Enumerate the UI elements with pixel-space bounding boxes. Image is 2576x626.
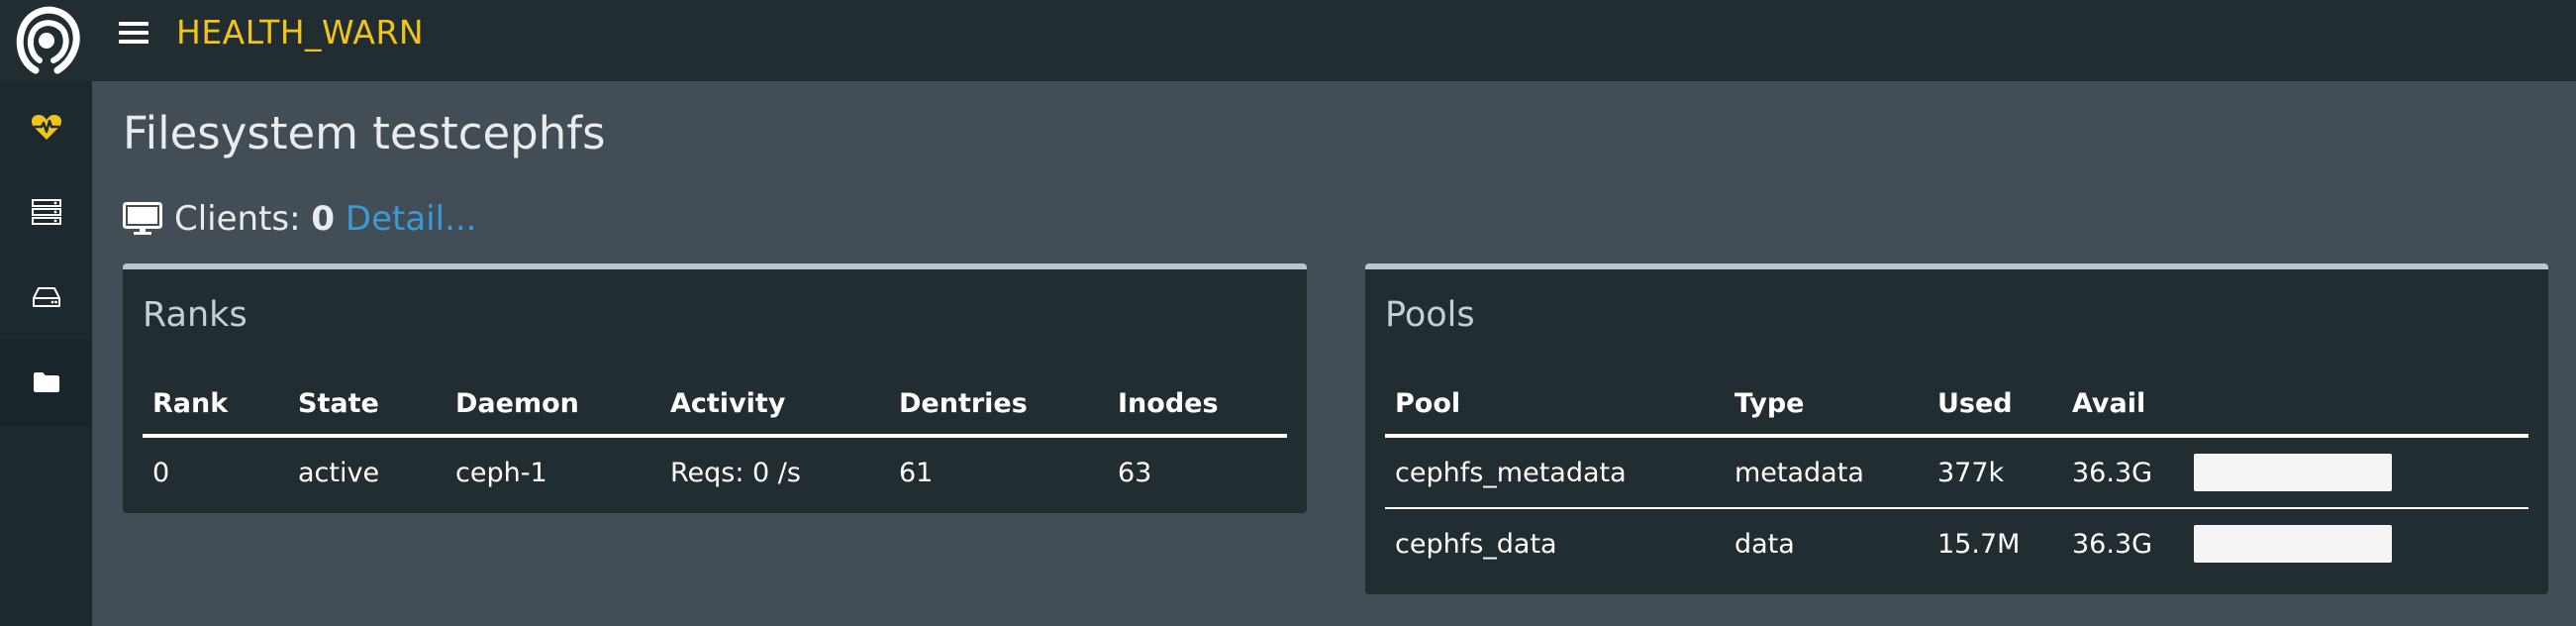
hard-drive-icon <box>32 287 60 307</box>
top-navbar: HEALTH_WARN <box>0 0 2576 81</box>
servers-icon <box>31 199 61 225</box>
sidebar-item-osds[interactable] <box>0 255 92 340</box>
activity-cell: Reqs: 0 /s <box>670 457 801 488</box>
detail-link[interactable]: Detail... <box>346 199 477 239</box>
pool-usage-cell <box>2174 508 2528 578</box>
ranks-panel-title: Ranks <box>143 295 248 335</box>
page-title: Filesystem testcephfs <box>123 107 606 159</box>
pools-panel: Pools Pool Type Used Avail cephfs_metada… <box>1365 263 2548 594</box>
sidebar-item-filesystems[interactable] <box>0 340 92 425</box>
pool-type-cell: data <box>1734 528 1795 560</box>
pool-avail-cell: 36.3G <box>2072 528 2153 560</box>
desktop-monitor-icon <box>123 202 162 235</box>
pools-header-row: Pool Type Used Avail <box>1385 372 2528 438</box>
col-rank[interactable]: Rank <box>143 372 288 438</box>
health-status[interactable]: HEALTH_WARN <box>176 8 424 57</box>
clients-label: Clients: <box>174 199 301 239</box>
rank-cell: 0 <box>152 457 170 488</box>
usage-bar <box>2194 454 2392 491</box>
pools-panel-title: Pools <box>1385 295 1475 335</box>
col-activity[interactable]: Activity <box>660 372 889 438</box>
heartbeat-icon <box>31 115 61 140</box>
pool-used-cell: 15.7M <box>1937 528 2021 560</box>
clients-count: 0 <box>311 199 336 239</box>
table-row: cephfs_data data 15.7M 36.3G <box>1385 508 2528 578</box>
ceph-logo[interactable] <box>0 0 92 81</box>
col-dentries[interactable]: Dentries <box>889 372 1108 438</box>
pool-usage-cell <box>2174 436 2528 509</box>
col-inodes[interactable]: Inodes <box>1108 372 1287 438</box>
clients-summary: Clients: 0 Detail... <box>123 194 477 244</box>
pool-type-cell: metadata <box>1725 436 1928 509</box>
sidebar-item-servers[interactable] <box>0 169 92 255</box>
state-cell: active <box>298 457 380 488</box>
sidebar-item-health[interactable] <box>0 84 92 169</box>
inodes-cell: 63 <box>1118 457 1152 488</box>
usage-bar <box>2194 525 2392 563</box>
ranks-header-row: Rank State Daemon Activity Dentries Inod… <box>143 372 1287 438</box>
pool-name-cell: cephfs_data <box>1395 528 1557 560</box>
col-type[interactable]: Type <box>1725 372 1928 438</box>
col-usage <box>2174 372 2528 438</box>
pools-table: Pool Type Used Avail cephfs_metadata met… <box>1385 372 2528 578</box>
pool-used-cell: 377k <box>1928 436 2062 509</box>
ranks-table: Rank State Daemon Activity Dentries Inod… <box>143 372 1287 507</box>
sidebar <box>0 81 92 626</box>
dentries-cell: 61 <box>899 457 934 488</box>
pool-name-cell: cephfs_metadata <box>1385 436 1725 509</box>
folder-icon <box>33 372 59 392</box>
col-daemon[interactable]: Daemon <box>446 372 660 438</box>
table-row: 0 active ceph-1 Reqs: 0 /s 61 63 <box>143 436 1287 507</box>
ranks-panel: Ranks Rank State Daemon Activity Dentrie… <box>123 263 1307 513</box>
table-row: cephfs_metadata metadata 377k 36.3G <box>1385 436 2528 509</box>
col-pool[interactable]: Pool <box>1385 372 1725 438</box>
col-state[interactable]: State <box>288 372 446 438</box>
col-used[interactable]: Used <box>1928 372 2062 438</box>
daemon-cell: ceph-1 <box>455 457 547 488</box>
hamburger-menu-icon[interactable] <box>119 18 149 48</box>
col-avail[interactable]: Avail <box>2062 372 2174 438</box>
pool-avail-cell: 36.3G <box>2062 436 2174 509</box>
